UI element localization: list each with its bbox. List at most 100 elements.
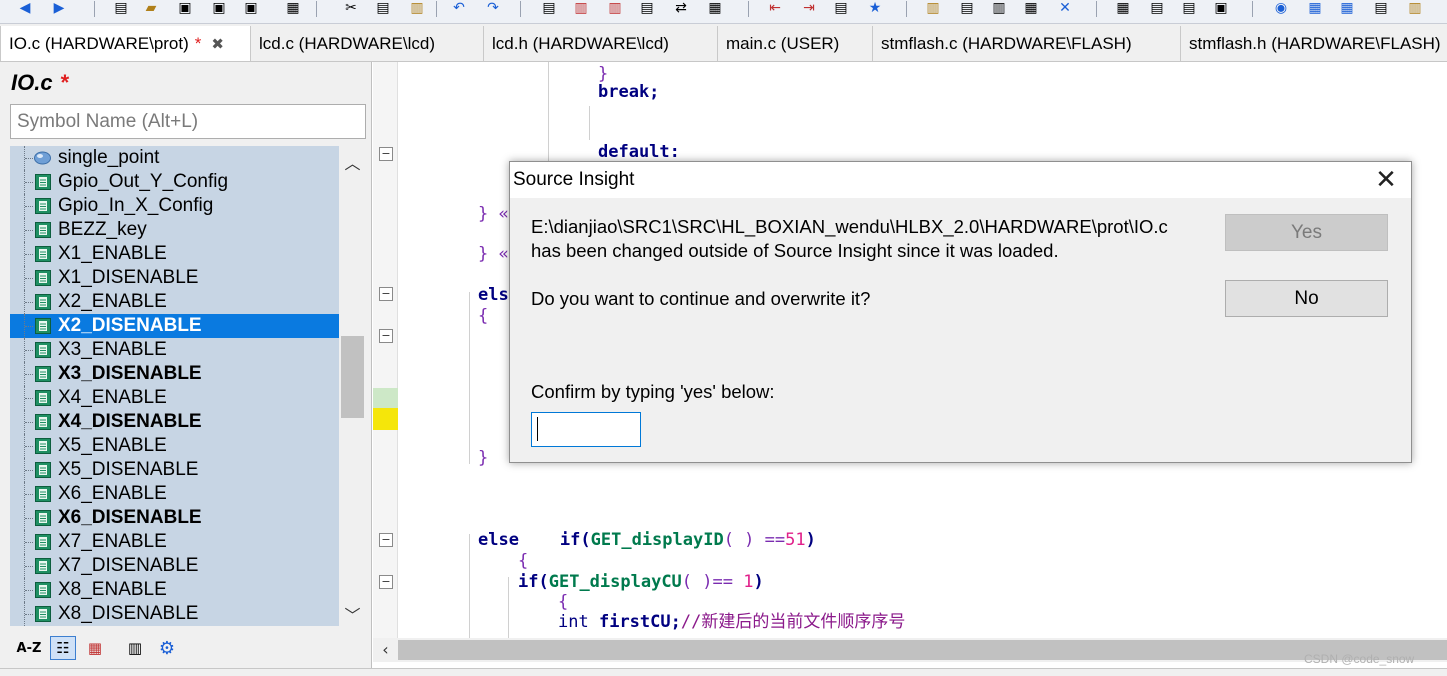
browse-icon[interactable]: ▥ [1404, 0, 1426, 17]
forward-arrow-icon[interactable]: ▶ [48, 0, 70, 17]
panel-title: IO.c * [11, 70, 69, 96]
redo-icon[interactable]: ↷ [482, 0, 504, 17]
close-tab-icon[interactable]: ✖ [211, 35, 224, 53]
print-icon[interactable]: ▦ [282, 0, 304, 17]
scroll-down-icon[interactable]: ﹀ [339, 602, 366, 625]
tab-io-c[interactable]: IO.c (HARDWARE\prot) * ✖ [0, 26, 251, 61]
split-window-icon[interactable]: ▤ [1178, 0, 1200, 17]
scroll-left-icon[interactable]: ‹ [373, 638, 398, 662]
symbol-list-item[interactable]: X4_ENABLE [10, 386, 339, 410]
symbol-list-item[interactable]: X3_DISENABLE [10, 362, 339, 386]
project-icon[interactable]: ▥ [922, 0, 944, 17]
jump-forward-icon[interactable]: ⇥ [798, 0, 820, 17]
tab-lcd-c[interactable]: lcd.c (HARDWARE\lcd) [251, 26, 484, 61]
symbol-list-item[interactable]: X6_DISENABLE [10, 506, 339, 530]
relation-window-icon[interactable]: ▦ [1336, 0, 1358, 17]
yes-button[interactable]: Yes [1225, 214, 1388, 251]
new-file-icon[interactable]: ▤ [110, 0, 132, 17]
tree-guide [25, 494, 33, 495]
scroll-thumb[interactable] [398, 640, 1447, 660]
symbol-list-item[interactable]: X4_DISENABLE [10, 410, 339, 434]
jump-back-icon[interactable]: ⇤ [764, 0, 786, 17]
close-icon[interactable]: ✕ [1361, 162, 1411, 198]
symbol-list-item[interactable]: X8_DISENABLE [10, 602, 339, 626]
scroll-up-icon[interactable]: ︿ [339, 150, 366, 173]
function-icon [34, 222, 51, 238]
tab-stmflash-c[interactable]: stmflash.c (HARDWARE\FLASH) [873, 26, 1181, 61]
scroll-thumb[interactable] [341, 336, 364, 418]
symbol-list-item[interactable]: X2_ENABLE [10, 290, 339, 314]
bookmark-icon[interactable]: ★ [864, 0, 886, 17]
find-next-icon[interactable]: ▥ [604, 0, 626, 17]
replace-icon[interactable]: ⇄ [670, 0, 692, 17]
symbol-list-item[interactable]: X7_DISENABLE [10, 554, 339, 578]
save-all-icon[interactable]: ▣ [208, 0, 230, 17]
book-icon[interactable]: ▥ [988, 0, 1010, 17]
confirm-input[interactable] [531, 412, 641, 447]
symbol-list-item[interactable]: X1_DISENABLE [10, 266, 339, 290]
copy-icon[interactable]: ▤ [372, 0, 394, 17]
bookmark-list-icon[interactable]: ▤ [830, 0, 852, 17]
text-caret [537, 417, 538, 441]
fold-icon[interactable]: − [379, 287, 393, 301]
symbol-icon[interactable]: ▦ [1020, 0, 1042, 17]
tile-window-icon[interactable]: ▣ [1210, 0, 1232, 17]
modified-indicator: * [194, 34, 202, 53]
symbol-list-item[interactable]: Gpio_Out_Y_Config [10, 170, 339, 194]
symbol-list-item[interactable]: X3_ENABLE [10, 338, 339, 362]
close-file-icon[interactable]: ▣ [240, 0, 262, 17]
window-icon[interactable]: ▤ [1146, 0, 1168, 17]
gear-icon[interactable]: ⚙ [154, 636, 180, 660]
find-icon[interactable]: ▥ [570, 0, 592, 17]
symbol-list-item[interactable]: X8_ENABLE [10, 578, 339, 602]
tab-stmflash-h[interactable]: stmflash.h (HARDWARE\FLASH) [1181, 26, 1447, 61]
tab-main-c[interactable]: main.c (USER) [718, 26, 873, 61]
function-icon [34, 294, 51, 310]
tab-lcd-h[interactable]: lcd.h (HARDWARE\lcd) [484, 26, 718, 61]
symbol-label: X5_DISENABLE [58, 459, 199, 480]
fold-icon[interactable]: − [379, 329, 393, 343]
fold-icon[interactable]: − [379, 575, 393, 589]
open-folder-icon[interactable]: ▰ [140, 0, 162, 17]
list-view-icon[interactable]: ☷ [50, 636, 76, 660]
context-window-icon[interactable]: ▦ [1304, 0, 1326, 17]
save-icon[interactable]: ▣ [174, 0, 196, 17]
symbol-list-item[interactable]: X1_ENABLE [10, 242, 339, 266]
paste-icon[interactable]: ▥ [406, 0, 428, 17]
symbol-list-item[interactable]: single_point [10, 146, 339, 170]
fold-icon[interactable]: − [379, 147, 393, 161]
project-files-icon[interactable]: ▤ [956, 0, 978, 17]
symbol-list-item[interactable]: X5_DISENABLE [10, 458, 339, 482]
search-project-icon[interactable]: ▤ [636, 0, 658, 17]
no-button[interactable]: No [1225, 280, 1388, 317]
symbol-list-item[interactable]: X5_ENABLE [10, 434, 339, 458]
editor-horizontal-scrollbar[interactable]: ‹ [373, 638, 1447, 662]
search-files-icon[interactable]: ▤ [538, 0, 560, 17]
cut-icon[interactable]: ✂ [340, 0, 362, 17]
fold-icon[interactable]: − [379, 533, 393, 547]
status-bar [0, 668, 1447, 676]
symbol-list-item[interactable]: X7_ENABLE [10, 530, 339, 554]
grid-view-icon[interactable]: ▦ [1112, 0, 1134, 17]
symbol-list-item[interactable]: X6_ENABLE [10, 482, 339, 506]
undo-icon[interactable]: ↶ [448, 0, 470, 17]
sort-alpha-icon[interactable]: A-Z [14, 636, 44, 660]
back-arrow-icon[interactable]: ◀ [14, 0, 36, 17]
category-view-icon[interactable]: ▦ [82, 636, 108, 660]
function-icon [34, 198, 51, 214]
file-path-text: E:\dianjiao\SRC1\SRC\HL_BOXIAN_wendu\HLB… [531, 216, 1168, 237]
code-line: } [478, 448, 489, 468]
book-icon[interactable]: ▥ [122, 636, 148, 660]
lookup-icon[interactable]: ▦ [704, 0, 726, 17]
relation-icon[interactable]: ✕ [1054, 0, 1076, 17]
symbol-list-item[interactable]: BEZZ_key [10, 218, 339, 242]
tree-guide [25, 182, 33, 183]
symbol-list-item[interactable]: Gpio_In_X_Config [10, 194, 339, 218]
overwrite-confirm-dialog: Source Insight ✕ E:\dianjiao\SRC1\SRC\HL… [509, 161, 1412, 463]
symbol-list-scrollbar[interactable]: ︿ ﹀ [339, 146, 366, 626]
symbol-search-input[interactable] [10, 104, 366, 139]
project-window-icon[interactable]: ◉ [1270, 0, 1292, 17]
symbol-list-item[interactable]: X2_DISENABLE [10, 314, 339, 338]
tree-guide [25, 590, 33, 591]
symbol-window-icon[interactable]: ▤ [1370, 0, 1392, 17]
